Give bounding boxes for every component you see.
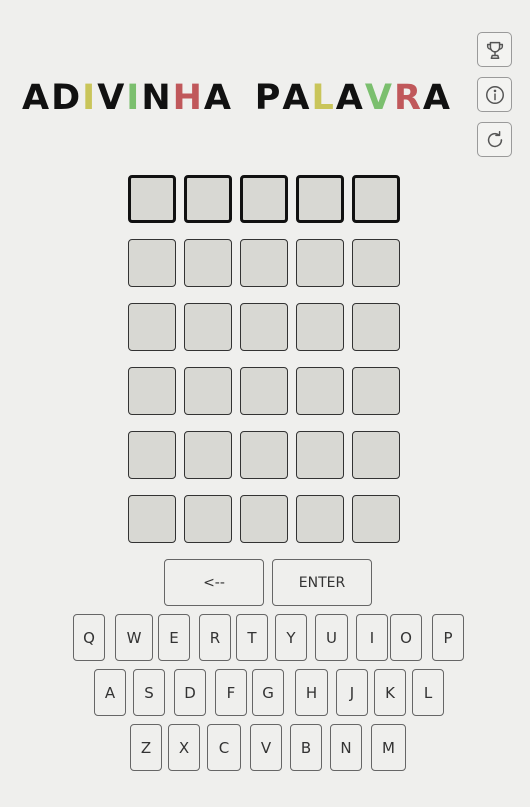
key-d[interactable]: D [174, 669, 206, 716]
key-u[interactable]: U [315, 614, 348, 661]
title-letter: H [172, 78, 204, 118]
key-z[interactable]: Z [130, 724, 162, 771]
title-letter: D [51, 78, 83, 118]
title-letter: A [203, 78, 233, 118]
key-g[interactable]: G [252, 669, 284, 716]
trophy-button[interactable] [477, 32, 512, 67]
letter-tile [352, 303, 400, 351]
board-row [128, 495, 403, 543]
board-row [128, 239, 403, 287]
key-y[interactable]: Y [275, 614, 307, 661]
letter-tile [128, 431, 176, 479]
key-c[interactable]: C [207, 724, 241, 771]
key-f[interactable]: F [215, 669, 247, 716]
trophy-icon [486, 41, 503, 59]
letter-tile [184, 431, 232, 479]
key-v[interactable]: V [250, 724, 282, 771]
backspace-key[interactable]: <-- [164, 559, 264, 606]
enter-key[interactable]: ENTER [272, 559, 372, 606]
letter-tile [128, 303, 176, 351]
board-row [128, 303, 403, 351]
game-board [128, 175, 403, 559]
info-icon [485, 85, 504, 104]
title-letter: R [393, 78, 423, 118]
letter-tile [128, 175, 176, 223]
key-s[interactable]: S [133, 669, 165, 716]
restart-button[interactable] [477, 122, 512, 157]
letter-tile [296, 367, 344, 415]
letter-tile [296, 175, 344, 223]
letter-tile [240, 367, 288, 415]
key-l[interactable]: L [412, 669, 444, 716]
letter-tile [352, 239, 400, 287]
letter-tile [296, 495, 344, 543]
letter-tile [128, 239, 176, 287]
title-letter: V [364, 78, 394, 118]
letter-tile [240, 431, 288, 479]
letter-tile [352, 175, 400, 223]
title-letter: I [82, 78, 98, 118]
letter-tile [240, 303, 288, 351]
letter-tile [240, 175, 288, 223]
title-letter: V [97, 78, 127, 118]
key-h[interactable]: H [295, 669, 328, 716]
key-p[interactable]: P [432, 614, 464, 661]
letter-tile [296, 431, 344, 479]
letter-tile [352, 367, 400, 415]
letter-tile [296, 303, 344, 351]
letter-tile [240, 239, 288, 287]
title-letter: L [311, 78, 336, 118]
key-m[interactable]: M [371, 724, 406, 771]
title-letter: I [126, 78, 142, 118]
letter-tile [184, 367, 232, 415]
key-o[interactable]: O [390, 614, 422, 661]
letter-tile [184, 495, 232, 543]
letter-tile [184, 175, 232, 223]
title-letter: A [335, 78, 365, 118]
game-title: ADIVINHAPALAVRA [22, 74, 452, 122]
key-x[interactable]: X [168, 724, 200, 771]
title-letter: A [422, 78, 452, 118]
restart-icon [487, 130, 502, 147]
letter-tile [184, 303, 232, 351]
key-e[interactable]: E [158, 614, 190, 661]
board-row [128, 431, 403, 479]
key-t[interactable]: T [236, 614, 268, 661]
key-i[interactable]: I [356, 614, 388, 661]
board-row [128, 367, 403, 415]
key-q[interactable]: Q [73, 614, 105, 661]
letter-tile [296, 239, 344, 287]
key-j[interactable]: J [336, 669, 368, 716]
letter-tile [352, 495, 400, 543]
key-a[interactable]: A [94, 669, 126, 716]
key-k[interactable]: K [374, 669, 406, 716]
letter-tile [240, 495, 288, 543]
key-w[interactable]: W [115, 614, 153, 661]
key-n[interactable]: N [330, 724, 362, 771]
info-button[interactable] [477, 77, 512, 112]
key-r[interactable]: R [199, 614, 231, 661]
board-row [128, 175, 403, 223]
letter-tile [128, 367, 176, 415]
title-letter: P [254, 78, 283, 118]
key-b[interactable]: B [290, 724, 322, 771]
title-letter: A [22, 78, 52, 118]
title-letter: A [282, 78, 312, 118]
letter-tile [352, 431, 400, 479]
letter-tile [128, 495, 176, 543]
letter-tile [184, 239, 232, 287]
title-letter: N [141, 78, 173, 118]
